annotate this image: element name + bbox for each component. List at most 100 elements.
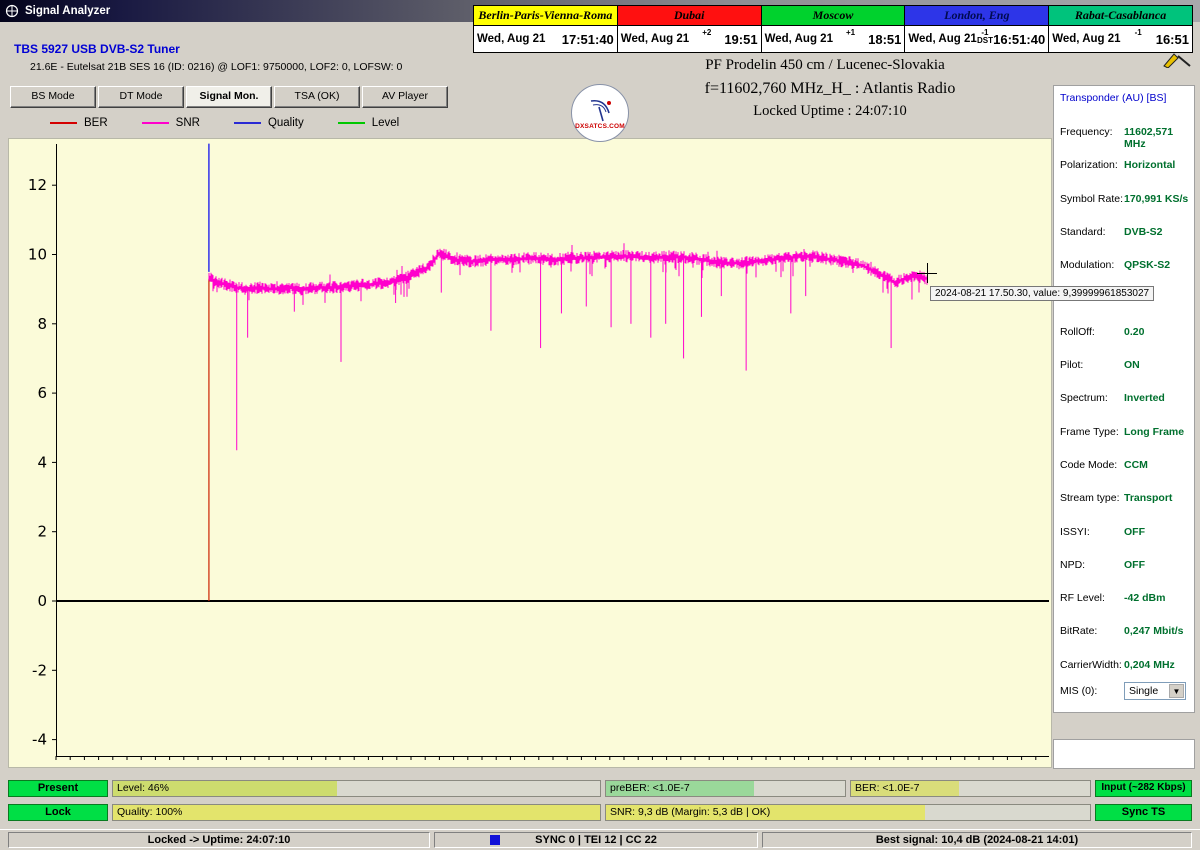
transponder-row-value: 0,247 Mbit/s bbox=[1124, 625, 1192, 637]
transponder-row-value: DVB-S2 bbox=[1124, 226, 1192, 238]
transponder-row-value: 170,991 KS/s bbox=[1124, 193, 1192, 205]
svg-text:-4: -4 bbox=[32, 731, 47, 749]
svg-text:10: 10 bbox=[28, 246, 47, 264]
ber-bar-label: BER: <1.0E-7 bbox=[855, 782, 920, 795]
clock-hms: 16:51:40 bbox=[993, 32, 1045, 47]
tab-signal-mon[interactable]: Signal Mon. bbox=[186, 86, 272, 108]
svg-text:4: 4 bbox=[37, 453, 47, 471]
frequency-title: f=11602,760 MHz_H_ : Atlantis Radio bbox=[630, 80, 1030, 98]
mis-row: MIS (0): Single ▼ bbox=[1060, 682, 1192, 700]
lock-indicator: Lock bbox=[8, 804, 108, 821]
preber-bar-label: preBER: <1.0E-7 bbox=[610, 782, 690, 795]
clock-hms: 16:51 bbox=[1156, 32, 1189, 47]
aux-panel bbox=[1053, 739, 1195, 769]
transponder-row: ISSYI:OFF bbox=[1060, 526, 1192, 559]
statusbar-best-signal: Best signal: 10,4 dB (2024-08-21 14:01) bbox=[762, 832, 1192, 848]
chart-tooltip: 2024-08-21 17.50.30, value: 9,3999996185… bbox=[930, 286, 1154, 301]
legend-swatch bbox=[142, 122, 169, 124]
clock-1: Dubai Wed, Aug 21 +2 19:51 bbox=[617, 5, 762, 53]
transponder-row-value: Transport bbox=[1124, 492, 1192, 504]
sync-ts-indicator: Sync TS bbox=[1095, 804, 1192, 821]
clock-utc-offset: +1 bbox=[846, 29, 855, 37]
clock-hms: 17:51:40 bbox=[562, 32, 614, 47]
legend-item-quality: Quality bbox=[234, 117, 304, 129]
transponder-row-value: -42 dBm bbox=[1124, 592, 1192, 604]
clock-utc-offset: -1DST bbox=[977, 29, 993, 45]
transponder-row-value: CCM bbox=[1124, 459, 1192, 471]
clock-time: Wed, Aug 21-1DST16:51:40 bbox=[905, 26, 1048, 52]
chevron-down-icon[interactable]: ▼ bbox=[1169, 684, 1184, 698]
transponder-row-label: RF Level: bbox=[1060, 592, 1124, 604]
clock-city: Berlin-Paris-Vienna-Roma bbox=[474, 6, 617, 26]
transponder-row-label: ISSYI: bbox=[1060, 526, 1124, 538]
transponder-row-value: QPSK-S2 bbox=[1124, 259, 1192, 271]
signal-plot[interactable]: -4-2024681012 bbox=[9, 139, 1051, 767]
snr-bar: SNR: 9,3 dB (Margin: 5,3 dB | OK) bbox=[605, 804, 1091, 821]
logo-text: DXSATCS.COM bbox=[575, 123, 625, 130]
tab-dt-mode[interactable]: DT Mode bbox=[98, 86, 184, 108]
transponder-row-label: CarrierWidth: bbox=[1060, 659, 1124, 671]
transponder-header: Transponder (AU) [BS] bbox=[1054, 86, 1194, 104]
dxsatcs-logo: DXSATCS.COM bbox=[571, 84, 629, 142]
transponder-row-label: NPD: bbox=[1060, 559, 1124, 571]
transponder-row-label: Spectrum: bbox=[1060, 392, 1124, 404]
level-bar-label: Level: 46% bbox=[117, 782, 169, 795]
tuner-name: TBS 5927 USB DVB-S2 Tuner bbox=[14, 42, 180, 56]
transponder-row-label: BitRate: bbox=[1060, 625, 1124, 637]
world-clocks: Berlin-Paris-Vienna-RomaWed, Aug 2117:51… bbox=[473, 5, 1193, 53]
legend-label: SNR bbox=[176, 117, 200, 129]
legend-swatch bbox=[50, 122, 77, 124]
clock-3: London, EngWed, Aug 21-1DST16:51:40 bbox=[904, 5, 1049, 53]
legend-item-ber: BER bbox=[50, 117, 108, 129]
statusbar: Locked -> Uptime: 24:07:10 SYNC 0 | TEI … bbox=[0, 829, 1200, 850]
clock-4: Rabat-CasablancaWed, Aug 21-116:51 bbox=[1048, 5, 1193, 53]
transponder-row: NPD:OFF bbox=[1060, 559, 1192, 592]
dish-title: PF Prodelin 450 cm / Lucenec-Slovakia bbox=[620, 57, 1030, 74]
tab-av-player[interactable]: AV Player bbox=[362, 86, 448, 108]
transponder-row-label: Stream type: bbox=[1060, 492, 1124, 504]
transponder-row: Frequency:11602,571 MHz bbox=[1060, 126, 1192, 159]
tab-bs-mode[interactable]: BS Mode bbox=[10, 86, 96, 108]
transponder-row-value: Long Frame bbox=[1124, 426, 1192, 438]
transponder-row: Polarization:Horizontal bbox=[1060, 159, 1192, 192]
clock-time: Wed, Aug 2117:51:40 bbox=[474, 26, 617, 52]
transponder-row: RF Level:-42 dBm bbox=[1060, 592, 1192, 625]
tab-tsa-ok[interactable]: TSA (OK) bbox=[274, 86, 360, 108]
transponder-row: Pilot:ON bbox=[1060, 359, 1192, 392]
quality-bar: Quality: 100% bbox=[112, 804, 601, 821]
clock-city: Dubai bbox=[618, 6, 761, 26]
mis-select[interactable]: Single ▼ bbox=[1124, 682, 1186, 700]
quality-bar-fill bbox=[113, 805, 600, 820]
clock-time: Wed, Aug 21+118:51 bbox=[762, 26, 905, 52]
svg-text:6: 6 bbox=[37, 384, 47, 402]
transponder-row-label: Frame Type: bbox=[1060, 426, 1124, 438]
legend-item-snr: SNR bbox=[142, 117, 200, 129]
transponder-row-value: OFF bbox=[1124, 526, 1192, 538]
transponder-row-label: Symbol Rate: bbox=[1060, 193, 1124, 205]
transponder-row: Standard:DVB-S2 bbox=[1060, 226, 1192, 259]
mis-selected-value: Single bbox=[1129, 685, 1158, 697]
transponder-row-label: Polarization: bbox=[1060, 159, 1124, 171]
clock-time: Wed, Aug 21 +2 19:51 bbox=[618, 26, 761, 52]
transponder-row-value: 0.20 bbox=[1124, 326, 1192, 338]
preber-bar: preBER: <1.0E-7 bbox=[605, 780, 846, 797]
transponder-row: Code Mode:CCM bbox=[1060, 459, 1192, 492]
transponder-row: RollOff:0.20 bbox=[1060, 326, 1192, 359]
transponder-row-value: OFF bbox=[1124, 559, 1192, 571]
clock-date: Wed, Aug 21 bbox=[621, 33, 689, 45]
signal-chart-panel: -4-2024681012 bbox=[8, 138, 1052, 768]
transponder-row-label: Code Mode: bbox=[1060, 459, 1124, 471]
clock-hms: 19:51 bbox=[724, 32, 757, 47]
mode-tabs: BS ModeDT ModeSignal Mon.TSA (OK)AV Play… bbox=[10, 86, 448, 108]
app-icon bbox=[5, 4, 19, 18]
tuner-details: 21.6E - Eutelsat 21B SES 16 (ID: 0216) @… bbox=[30, 61, 402, 73]
transponder-row: BitRate:0,247 Mbit/s bbox=[1060, 625, 1192, 658]
transponder-panel: Transponder (AU) [BS] Frequency:11602,57… bbox=[1053, 85, 1195, 713]
transponder-row: Frame Type:Long Frame bbox=[1060, 426, 1192, 459]
present-indicator: Present bbox=[8, 780, 108, 797]
transponder-row-value: ON bbox=[1124, 359, 1192, 371]
clock-0: Berlin-Paris-Vienna-RomaWed, Aug 2117:51… bbox=[473, 5, 618, 53]
clock-city: Rabat-Casablanca bbox=[1049, 6, 1192, 26]
clock-utc-offset: +2 bbox=[702, 29, 711, 37]
clock-time: Wed, Aug 21-116:51 bbox=[1049, 26, 1192, 52]
